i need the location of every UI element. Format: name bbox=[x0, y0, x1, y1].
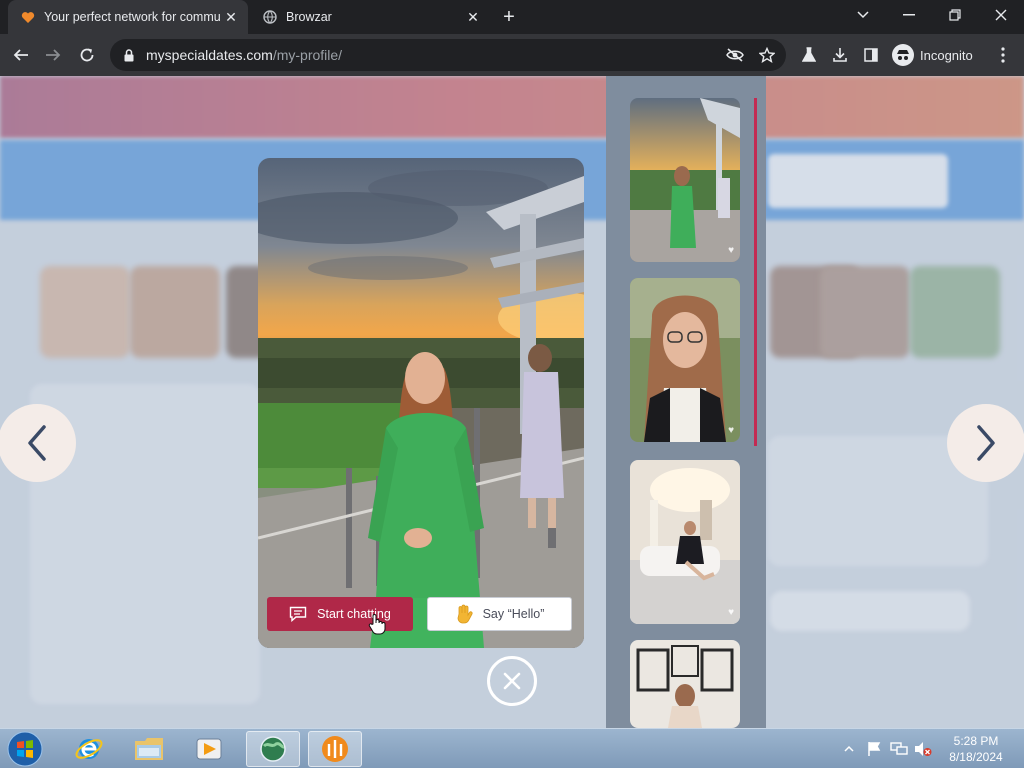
taskbar-media-player[interactable] bbox=[182, 731, 236, 767]
hand-cursor-icon bbox=[368, 613, 386, 635]
gallery-thumb[interactable]: ♥ bbox=[630, 98, 740, 262]
action-center-flag-icon[interactable] bbox=[866, 729, 882, 768]
tab-myspecialdates[interactable]: Your perfect network for commu ✕ bbox=[8, 0, 248, 34]
chevron-right-icon bbox=[977, 425, 995, 461]
watermark-heart-icon: ♥ bbox=[728, 245, 734, 256]
start-chatting-button[interactable]: Start chatting bbox=[267, 597, 413, 631]
watermark-heart-icon: ♥ bbox=[728, 607, 734, 618]
close-modal-button[interactable] bbox=[487, 656, 537, 706]
tab-title: Your perfect network for commu bbox=[44, 10, 221, 24]
gallery-thumb[interactable] bbox=[630, 640, 740, 728]
watermark-heart-icon: ♥ bbox=[728, 425, 734, 436]
tab-title: Browzar bbox=[286, 10, 332, 24]
taskbar-file-explorer[interactable] bbox=[122, 731, 176, 767]
heart-favicon-icon bbox=[20, 9, 36, 25]
tab-strip: Your perfect network for commu ✕ Browzar… bbox=[0, 0, 1024, 34]
clock-date: 8/18/2024 bbox=[949, 750, 1003, 764]
chat-bubble-icon bbox=[289, 606, 307, 622]
next-photo-button[interactable] bbox=[947, 404, 1024, 482]
restore-button[interactable] bbox=[932, 0, 978, 30]
tracking-protection-eye-off-icon[interactable] bbox=[726, 46, 744, 64]
url-text: myspecialdates.com/my-profile/ bbox=[146, 47, 342, 63]
tab-browzar[interactable]: Browzar ✕ bbox=[250, 0, 490, 34]
network-icon[interactable] bbox=[890, 729, 908, 768]
clock-time: 5:28 PM bbox=[953, 734, 999, 748]
globe-icon bbox=[260, 736, 286, 762]
reload-icon[interactable] bbox=[74, 42, 100, 68]
profile-photo bbox=[258, 158, 584, 648]
tab-search-chevron-icon[interactable] bbox=[840, 0, 886, 30]
volume-muted-icon[interactable] bbox=[914, 729, 932, 768]
gallery-scrollbar[interactable] bbox=[754, 98, 757, 446]
taskbar-browzar[interactable] bbox=[308, 731, 362, 767]
browzar-icon bbox=[322, 736, 348, 762]
new-tab-button[interactable]: + bbox=[498, 6, 520, 28]
forward-arrow-icon[interactable] bbox=[40, 42, 66, 68]
chevron-left-icon bbox=[28, 425, 46, 461]
side-panel-icon[interactable] bbox=[858, 42, 884, 68]
browser-toolbar: myspecialdates.com/my-profile/ Incognito bbox=[0, 34, 1024, 76]
web-page: ♥ ♥ ♥ Start chatting Say “Hello” bbox=[0, 76, 1024, 728]
url-path: /my-profile/ bbox=[272, 47, 343, 63]
taskbar: 5:28 PM 8/18/2024 bbox=[0, 728, 1024, 768]
close-icon bbox=[503, 672, 521, 690]
back-arrow-icon[interactable] bbox=[8, 42, 34, 68]
url-domain: myspecialdates.com bbox=[146, 47, 273, 63]
minimize-button[interactable] bbox=[886, 0, 932, 30]
address-bar[interactable]: myspecialdates.com/my-profile/ bbox=[110, 39, 786, 71]
say-hello-button[interactable]: Say “Hello” bbox=[427, 597, 572, 631]
waving-hand-icon bbox=[455, 604, 473, 624]
taskbar-browser-globe[interactable] bbox=[246, 731, 300, 767]
photo-gallery: ♥ ♥ ♥ bbox=[606, 76, 766, 728]
say-hello-label: Say “Hello” bbox=[482, 607, 545, 621]
labs-flask-icon[interactable] bbox=[796, 42, 822, 68]
gallery-thumb[interactable]: ♥ bbox=[630, 460, 740, 624]
internet-explorer-icon bbox=[75, 739, 103, 759]
close-tab-icon[interactable]: ✕ bbox=[464, 8, 482, 26]
incognito-label: Incognito bbox=[920, 47, 973, 63]
close-tab-icon[interactable]: ✕ bbox=[222, 8, 240, 26]
globe-favicon-icon bbox=[262, 9, 278, 25]
incognito-hat-icon bbox=[892, 44, 914, 66]
incognito-indicator[interactable]: Incognito bbox=[892, 42, 973, 68]
taskbar-internet-explorer[interactable] bbox=[62, 731, 116, 767]
tray-show-hidden-icon[interactable] bbox=[844, 729, 854, 768]
gallery-thumb[interactable]: ♥ bbox=[630, 278, 740, 442]
kebab-menu-icon[interactable] bbox=[990, 42, 1016, 68]
windows-logo-icon bbox=[7, 731, 43, 767]
site-info-icon[interactable] bbox=[122, 48, 136, 62]
previous-photo-button[interactable] bbox=[0, 404, 76, 482]
folder-icon bbox=[135, 738, 163, 760]
media-player-icon bbox=[196, 738, 222, 760]
download-icon[interactable] bbox=[827, 42, 853, 68]
system-clock[interactable]: 5:28 PM 8/18/2024 bbox=[936, 733, 1016, 765]
bookmark-star-icon[interactable] bbox=[758, 46, 776, 64]
close-window-button[interactable] bbox=[978, 0, 1024, 30]
start-button[interactable] bbox=[6, 731, 44, 767]
